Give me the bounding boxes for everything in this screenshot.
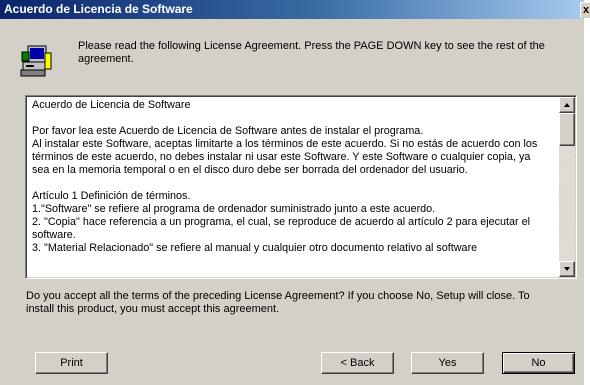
title-bar[interactable]: Acuerdo de Licencia de Software xyxy=(0,0,584,19)
vertical-scrollbar[interactable] xyxy=(559,97,575,277)
arrow-down-icon xyxy=(564,267,570,271)
license-line: Artículo 1 Definición de términos. xyxy=(32,190,191,202)
accept-question: Do you accept all the terms of the prece… xyxy=(26,290,530,315)
back-button[interactable]: < Back xyxy=(321,352,394,374)
license-line: 2. "Copia" hace referencia a un programa… xyxy=(32,216,531,228)
license-line: 3. "Material Relacionado" se refiere al … xyxy=(32,242,478,254)
yes-button[interactable]: Yes xyxy=(411,352,484,374)
license-line: software. xyxy=(32,229,76,241)
license-line: sea en la memoria temporal o en el disco… xyxy=(32,164,468,176)
license-line: Por favor lea este Acuerdo de Licencia d… xyxy=(32,125,424,137)
license-blank-line xyxy=(32,112,560,125)
setup-computer-icon xyxy=(19,44,53,78)
scroll-up-button[interactable] xyxy=(559,97,575,113)
close-icon: x xyxy=(582,4,590,16)
license-line: Acuerdo de Licencia de Software xyxy=(32,99,191,111)
scroll-down-button[interactable] xyxy=(559,261,575,277)
no-button[interactable]: No xyxy=(502,352,575,374)
license-blank-line xyxy=(32,177,560,190)
license-textbox[interactable]: Acuerdo de Licencia de Software Por favor… xyxy=(25,95,577,279)
print-button[interactable]: Print xyxy=(35,352,108,374)
arrow-up-icon xyxy=(564,103,570,107)
license-line: términos de este acuerdo, no debes insta… xyxy=(32,151,531,163)
license-line: Al instalar este Software, aceptas limit… xyxy=(32,138,538,150)
license-dialog: Acuerdo de Licencia de Software Please r… xyxy=(0,0,584,385)
scroll-thumb[interactable] xyxy=(559,113,575,146)
license-line: 1."Software" se refiere al programa de o… xyxy=(32,203,436,215)
license-text: Acuerdo de Licencia de Software Por favor… xyxy=(32,99,560,255)
window-title: Acuerdo de Licencia de Software xyxy=(4,2,193,16)
close-button[interactable]: x xyxy=(580,2,590,18)
intro-text: Please read the following License Agreem… xyxy=(78,40,545,65)
